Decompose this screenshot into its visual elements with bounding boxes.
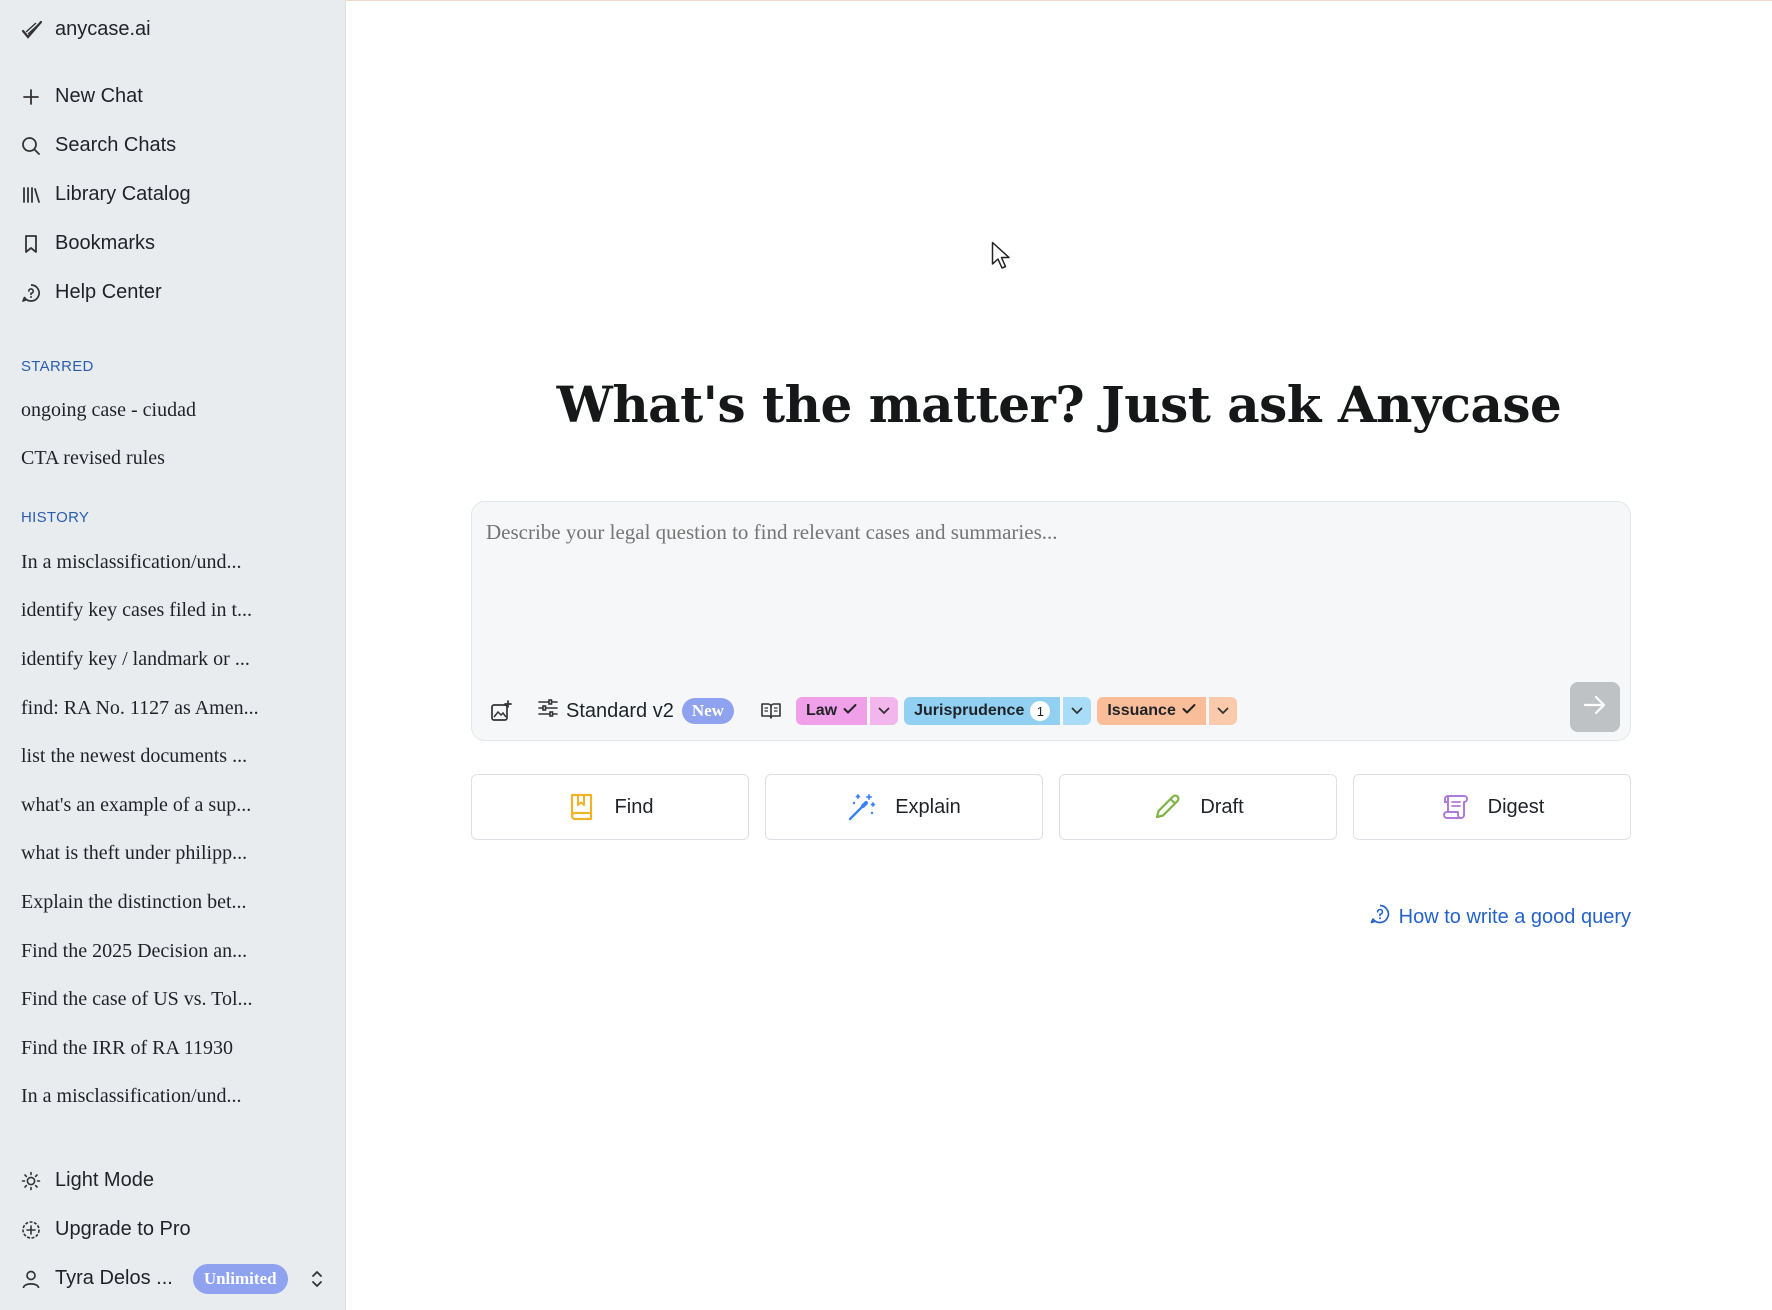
brand[interactable]: anycase.ai: [21, 18, 151, 41]
sliders-icon: [538, 699, 558, 723]
light-mode-toggle[interactable]: Light Mode: [21, 1156, 331, 1205]
history-item[interactable]: find: RA No. 1127 as Amen...: [21, 684, 321, 733]
history-item[interactable]: In a misclassification/und...: [21, 538, 321, 587]
jurisprudence-chip-label: Jurisprudence: [914, 702, 1025, 719]
upgrade-label: Upgrade to Pro: [55, 1218, 191, 1240]
chevron-down-icon: [1217, 702, 1229, 720]
history-item[interactable]: Find the IRR of RA 11930: [21, 1024, 321, 1073]
send-button[interactable]: [1570, 682, 1620, 732]
history-item[interactable]: identify key cases filed in t...: [21, 587, 321, 636]
explain-label: Explain: [895, 795, 961, 818]
issuance-chip-label: Issuance: [1107, 702, 1176, 719]
help-circle-icon: [21, 283, 41, 303]
explain-button[interactable]: Explain: [765, 774, 1043, 840]
user-name: Tyra Delos ...: [55, 1267, 173, 1289]
add-image-icon[interactable]: [486, 696, 516, 726]
sidebar-footer: Light Mode Upgrade to Pro Tyra Delos ...…: [21, 1156, 331, 1303]
jurisprudence-chip[interactable]: Jurisprudence 1: [904, 697, 1061, 725]
sidebar-nav: New Chat Search Chats Library Catalog Bo…: [21, 72, 321, 317]
book-bookmark-icon: [567, 792, 597, 822]
jurisprudence-chip-dropdown[interactable]: [1063, 697, 1092, 725]
issuance-chip-dropdown[interactable]: [1208, 697, 1237, 725]
new-chat-label: New Chat: [55, 85, 143, 107]
sun-icon: [21, 1171, 41, 1191]
search-icon: [21, 136, 41, 156]
user-icon: [21, 1269, 41, 1289]
magic-wand-icon: [847, 792, 877, 822]
query-input[interactable]: [486, 520, 1586, 545]
new-chat-button[interactable]: New Chat: [21, 72, 321, 121]
main-area: What's the matter? Just ask Anycase Stan…: [346, 0, 1772, 1310]
model-selector[interactable]: Standard v2 New: [538, 698, 734, 724]
digest-label: Digest: [1487, 795, 1545, 818]
chevron-down-icon: [1071, 702, 1083, 720]
starred-section-title: STARRED: [21, 358, 94, 375]
pencil-icon: [1152, 792, 1182, 822]
history-item[interactable]: what's an example of a sup...: [21, 781, 321, 830]
how-to-query-link[interactable]: How to write a good query: [1369, 903, 1631, 931]
page-title: What's the matter? Just ask Anycase: [556, 375, 1562, 434]
library-catalog-label: Library Catalog: [55, 183, 191, 205]
law-chip[interactable]: Law: [795, 697, 868, 725]
upgrade-button[interactable]: Upgrade to Pro: [21, 1205, 331, 1254]
jurisprudence-count: 1: [1030, 701, 1051, 721]
history-item[interactable]: Explain the distinction bet...: [21, 878, 321, 927]
law-chip-label: Law: [805, 702, 838, 719]
feather-check-icon: [21, 19, 43, 41]
arrow-right-icon: [1583, 695, 1607, 720]
draft-label: Draft: [1200, 795, 1244, 818]
plus-circle-icon: [21, 1220, 41, 1240]
bookmarks-button[interactable]: Bookmarks: [21, 219, 321, 268]
help-center-label: Help Center: [55, 281, 162, 303]
sidebar: anycase.ai New Chat Search Chats Library…: [0, 0, 346, 1310]
history-item[interactable]: identify key / landmark or ...: [21, 635, 321, 684]
chevron-down-icon: [878, 702, 890, 720]
issuance-chip[interactable]: Issuance: [1097, 697, 1206, 725]
chevron-up-down-icon[interactable]: [310, 1269, 324, 1289]
check-icon: [843, 702, 857, 720]
mouse-cursor-icon: [991, 241, 1010, 269]
new-badge: New: [681, 698, 734, 724]
issuance-filter: Issuance: [1097, 697, 1237, 725]
starred-list: ongoing case - ciudad CTA revised rules: [21, 386, 321, 483]
bookmark-icon: [21, 234, 41, 254]
bookmarks-label: Bookmarks: [55, 232, 156, 254]
light-mode-label: Light Mode: [55, 1169, 154, 1191]
law-filter: Law: [795, 697, 899, 725]
law-chip-dropdown[interactable]: [870, 697, 899, 725]
composer-toolbar: Standard v2 New Law Jurisprudence 1 Issu…: [486, 696, 1237, 726]
history-item[interactable]: what is theft under philipp...: [21, 830, 321, 879]
brand-name: anycase.ai: [55, 18, 151, 40]
jurisprudence-filter: Jurisprudence 1: [904, 697, 1092, 725]
check-icon: [1182, 702, 1196, 720]
scroll-icon: [1440, 792, 1470, 822]
plan-badge: Unlimited: [192, 1263, 288, 1294]
plus-icon: [21, 87, 41, 107]
action-buttons: Find Explain Draft Digest: [471, 774, 1631, 840]
help-center-button[interactable]: Help Center: [21, 268, 321, 317]
find-label: Find: [614, 795, 654, 818]
help-circle-icon: [1369, 903, 1391, 931]
history-item[interactable]: In a misclassification/und...: [21, 1073, 321, 1122]
digest-button[interactable]: Digest: [1353, 774, 1631, 840]
history-item[interactable]: Find the 2025 Decision an...: [21, 927, 321, 976]
starred-item[interactable]: ongoing case - ciudad: [21, 386, 321, 435]
library-catalog-button[interactable]: Library Catalog: [21, 170, 321, 219]
library-icon: [21, 185, 41, 205]
draft-button[interactable]: Draft: [1059, 774, 1337, 840]
user-menu[interactable]: Tyra Delos ... Unlimited: [21, 1254, 331, 1303]
history-list: In a misclassification/und... identify k…: [21, 538, 321, 1121]
query-composer: Standard v2 New Law Jurisprudence 1: [471, 501, 1631, 741]
find-button[interactable]: Find: [471, 774, 749, 840]
open-book-icon[interactable]: [756, 696, 786, 726]
history-section-title: HISTORY: [21, 509, 90, 526]
history-item[interactable]: list the newest documents ...: [21, 732, 321, 781]
search-chats-button[interactable]: Search Chats: [21, 121, 321, 170]
model-label: Standard v2: [566, 699, 674, 722]
search-chats-label: Search Chats: [55, 134, 177, 156]
history-item[interactable]: Find the case of US vs. Tol...: [21, 975, 321, 1024]
how-to-query-label: How to write a good query: [1398, 905, 1631, 928]
starred-item[interactable]: CTA revised rules: [21, 435, 321, 484]
